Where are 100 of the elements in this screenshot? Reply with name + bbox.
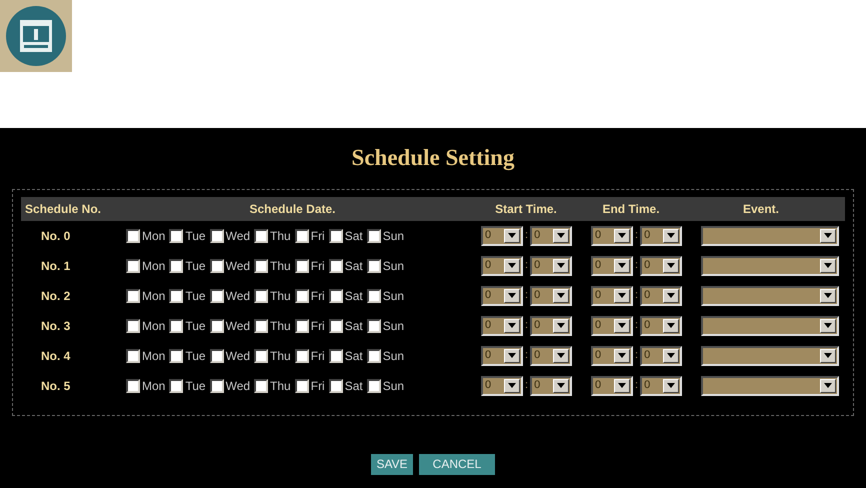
checkbox[interactable]: [366, 348, 381, 362]
day-label: Sat: [344, 228, 363, 244]
dropdown[interactable]: 0: [591, 256, 633, 276]
dropdown[interactable]: 0: [591, 286, 633, 306]
dropdown[interactable]: 0: [481, 376, 523, 396]
calendar-icon: [0, 0, 72, 72]
checkbox[interactable]: [366, 378, 381, 392]
checkbox[interactable]: [126, 228, 140, 242]
dropdown[interactable]: 0: [481, 316, 523, 336]
checkbox[interactable]: [169, 348, 184, 362]
schedule-number: No. 2: [40, 288, 72, 304]
dropdown[interactable]: 0: [640, 256, 682, 276]
checkbox[interactable]: [366, 318, 381, 332]
dropdown[interactable]: [701, 316, 839, 336]
checkbox[interactable]: [169, 228, 184, 242]
checkbox[interactable]: [169, 258, 184, 272]
time-separator: :: [635, 258, 638, 274]
dropdown[interactable]: 0: [530, 376, 572, 396]
checkbox[interactable]: [254, 318, 268, 332]
column-header: Event.: [742, 200, 780, 218]
schedule-number: No. 3: [40, 318, 72, 334]
dropdown[interactable]: 0: [591, 316, 633, 336]
checkbox[interactable]: [169, 378, 184, 392]
checkbox[interactable]: [254, 228, 268, 242]
checkbox[interactable]: [366, 258, 381, 272]
dropdown[interactable]: [701, 376, 839, 396]
day-label: Wed: [226, 348, 250, 364]
save-button[interactable]: SAVE: [371, 454, 413, 474]
dropdown[interactable]: 0: [591, 376, 633, 396]
day-label: Thu: [270, 378, 291, 394]
checkbox[interactable]: [210, 348, 224, 362]
day-label: Mon: [142, 348, 166, 364]
checkbox[interactable]: [210, 378, 224, 392]
checkbox[interactable]: [254, 378, 268, 392]
checkbox[interactable]: [210, 228, 224, 242]
day-label: Fri: [310, 288, 325, 304]
day-label: Sun: [382, 228, 404, 244]
checkbox[interactable]: [328, 288, 343, 302]
dropdown[interactable]: 0: [591, 226, 633, 246]
dropdown[interactable]: 0: [640, 346, 682, 366]
day-label: Fri: [310, 378, 325, 394]
dropdown[interactable]: [701, 256, 839, 276]
checkbox[interactable]: [126, 378, 140, 392]
checkbox[interactable]: [294, 288, 309, 302]
schedule-number: No. 1: [40, 258, 72, 274]
checkbox[interactable]: [126, 348, 140, 362]
dropdown[interactable]: 0: [481, 346, 523, 366]
day-label: Sun: [382, 258, 404, 274]
checkbox[interactable]: [294, 378, 309, 392]
checkbox[interactable]: [169, 288, 184, 302]
checkbox[interactable]: [328, 258, 343, 272]
checkbox[interactable]: [328, 228, 343, 242]
dropdown[interactable]: [701, 346, 839, 366]
dropdown[interactable]: 0: [481, 226, 523, 246]
checkbox[interactable]: [254, 288, 268, 302]
dropdown[interactable]: 0: [640, 286, 682, 306]
checkbox[interactable]: [254, 348, 268, 362]
cancel-button[interactable]: CANCEL: [419, 454, 495, 474]
dropdown[interactable]: 0: [481, 286, 523, 306]
dropdown[interactable]: 0: [591, 346, 633, 366]
day-label: Tue: [185, 228, 206, 244]
dropdown[interactable]: [701, 286, 839, 306]
checkbox[interactable]: [294, 228, 309, 242]
dropdown[interactable]: [701, 226, 839, 246]
day-label: Tue: [185, 378, 206, 394]
dropdown[interactable]: 0: [530, 256, 572, 276]
checkbox[interactable]: [169, 318, 184, 332]
dropdown[interactable]: 0: [640, 226, 682, 246]
day-label: Mon: [142, 228, 166, 244]
checkbox[interactable]: [366, 228, 381, 242]
checkbox[interactable]: [328, 348, 343, 362]
dropdown[interactable]: 0: [530, 286, 572, 306]
dropdown[interactable]: 0: [530, 226, 572, 246]
checkbox[interactable]: [254, 258, 268, 272]
day-label: Tue: [185, 288, 206, 304]
time-separator: :: [525, 318, 528, 334]
day-label: Sun: [382, 288, 404, 304]
dropdown[interactable]: 0: [530, 346, 572, 366]
checkbox[interactable]: [294, 348, 309, 362]
checkbox[interactable]: [126, 288, 140, 302]
dropdown[interactable]: 0: [640, 376, 682, 396]
checkbox[interactable]: [126, 318, 140, 332]
time-separator: :: [635, 378, 638, 394]
checkbox[interactable]: [210, 318, 224, 332]
checkbox[interactable]: [328, 378, 343, 392]
page-title: Schedule Setting: [352, 144, 514, 172]
checkbox[interactable]: [210, 288, 224, 302]
checkbox[interactable]: [126, 258, 140, 272]
dropdown[interactable]: 0: [640, 316, 682, 336]
time-separator: :: [635, 348, 638, 364]
time-separator: :: [635, 228, 638, 244]
dropdown[interactable]: 0: [481, 256, 523, 276]
checkbox[interactable]: [328, 318, 343, 332]
checkbox[interactable]: [210, 258, 224, 272]
dropdown[interactable]: 0: [530, 316, 572, 336]
checkbox[interactable]: [294, 258, 309, 272]
day-label: Wed: [226, 228, 250, 244]
checkbox[interactable]: [294, 318, 309, 332]
schedule-number: No. 0: [40, 228, 72, 244]
checkbox[interactable]: [366, 288, 381, 302]
